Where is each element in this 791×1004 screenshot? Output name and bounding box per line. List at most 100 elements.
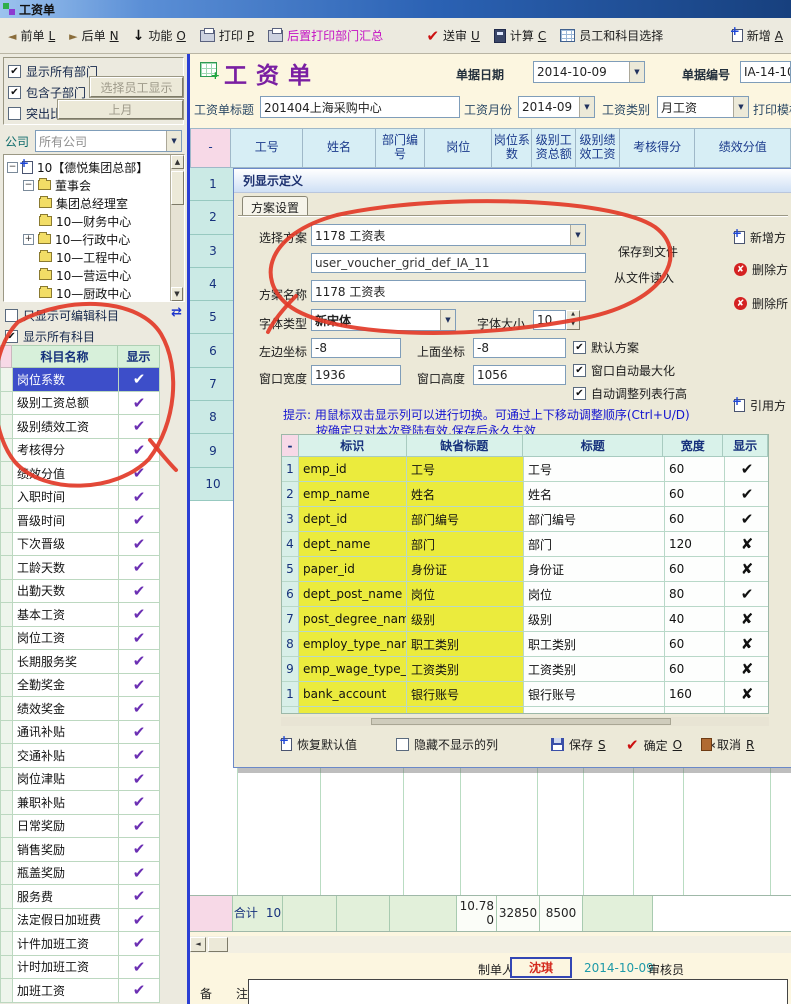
doc-no-field[interactable]: IA-14-10: [740, 61, 791, 83]
check-icon[interactable]: ✔: [118, 697, 160, 721]
font-size-input[interactable]: 10: [533, 310, 566, 330]
tree-item[interactable]: 10—厨政中心: [4, 284, 184, 302]
list-item[interactable]: 下次晋级 ✔: [0, 533, 172, 557]
post-print-dept-summary-button[interactable]: 后置打印部门汇总: [268, 27, 383, 44]
scroll-down-icon[interactable]: ▼: [171, 287, 183, 301]
reference-scheme-button[interactable]: 引用方: [734, 397, 786, 414]
scheme-select[interactable]: 1178 工资表▼: [311, 224, 586, 246]
checkbox-checked-icon[interactable]: ✔: [8, 86, 21, 99]
tree-item[interactable]: 10—工程中心: [4, 248, 184, 266]
show-toggle-icon[interactable]: ✘: [725, 632, 769, 657]
column-title[interactable]: 工号: [524, 457, 665, 482]
submit-review-button[interactable]: 送审U: [426, 27, 479, 45]
column-title[interactable]: [524, 707, 665, 714]
table-row[interactable]: 6 dept_post_name 岗位 岗位 80 ✔: [282, 582, 768, 607]
list-item[interactable]: 出勤天数 ✔: [0, 580, 172, 604]
doc-date-select[interactable]: 2014-10-09▼: [533, 61, 645, 83]
tree-item[interactable]: 10—财务中心: [4, 212, 184, 230]
column-width[interactable]: 60: [665, 657, 725, 682]
check-icon[interactable]: ✔: [118, 768, 160, 792]
font-type-select[interactable]: 新宋体▼: [311, 309, 456, 331]
row-number[interactable]: 2: [190, 201, 237, 234]
spin-down-icon[interactable]: ▼: [566, 320, 580, 330]
column-title[interactable]: 级别: [524, 607, 665, 632]
column-title[interactable]: 银行账号: [524, 682, 665, 707]
left-coord-input[interactable]: -8: [311, 338, 401, 358]
list-item[interactable]: 计时加班工资 ✔: [0, 956, 172, 980]
wage-month-select[interactable]: 2014-09▼: [518, 96, 595, 118]
dialog-titlebar[interactable]: 列显示定义: [234, 169, 791, 193]
table-row[interactable]: 1 bank_account 银行账号 银行账号 160 ✘: [282, 682, 768, 707]
table-horizontal-scrollbar[interactable]: [281, 717, 769, 726]
list-item[interactable]: 考核得分 ✔: [0, 439, 172, 463]
window-titlebar[interactable]: 工资单: [0, 0, 791, 18]
list-item[interactable]: 级别工资总额 ✔: [0, 392, 172, 416]
sheet-title-input[interactable]: 201404上海采购中心: [260, 96, 460, 118]
scrollbar-thumb[interactable]: [208, 937, 228, 952]
list-item[interactable]: 销售奖励 ✔: [0, 838, 172, 862]
check-icon[interactable]: ✔: [118, 415, 160, 439]
list-item[interactable]: 全勤奖金 ✔: [0, 674, 172, 698]
checkbox-unchecked-icon[interactable]: [8, 107, 21, 120]
column-width[interactable]: 60: [665, 507, 725, 532]
column-title[interactable]: 工资类别: [524, 657, 665, 682]
hide-hidden-columns-checkbox[interactable]: 隐藏不显示的列: [396, 736, 498, 753]
table-row[interactable]: 1 emp_id 工号 工号 60 ✔: [282, 457, 768, 482]
chevron-down-icon[interactable]: ▼: [629, 62, 644, 82]
check-icon[interactable]: ✔: [118, 815, 160, 839]
show-toggle-icon[interactable]: ✘: [725, 607, 769, 632]
check-icon[interactable]: ✔: [118, 932, 160, 956]
show-toggle-icon[interactable]: ✘: [725, 557, 769, 582]
scrollbar-thumb[interactable]: [171, 171, 184, 205]
checkbox-unchecked-icon[interactable]: [396, 738, 409, 751]
show-toggle-icon[interactable]: ✘: [725, 707, 769, 714]
show-toggle-icon[interactable]: ✘: [725, 682, 769, 707]
show-toggle-icon[interactable]: ✔: [725, 582, 769, 607]
check-icon[interactable]: ✔: [118, 533, 160, 557]
wage-type-select[interactable]: 月工资▼: [657, 96, 749, 118]
chevron-down-icon[interactable]: ▼: [166, 131, 181, 151]
list-item[interactable]: 瓶盖奖励 ✔: [0, 862, 172, 886]
column-width[interactable]: 40: [665, 607, 725, 632]
column-width[interactable]: [665, 707, 725, 714]
table-row[interactable]: 4 dept_name 部门 部门 120 ✘: [282, 532, 768, 557]
functions-button[interactable]: 功能O: [133, 27, 186, 44]
font-size-stepper[interactable]: ▲▼: [566, 310, 580, 330]
list-item[interactable]: 岗位系数 ✔: [0, 368, 172, 392]
check-icon[interactable]: ✔: [118, 603, 160, 627]
show-toggle-icon[interactable]: ✔: [725, 457, 769, 482]
horizontal-scrollbar[interactable]: ◄: [190, 936, 791, 953]
window-height-input[interactable]: 1056: [473, 365, 566, 385]
checkbox-checked-icon[interactable]: ✔: [8, 65, 21, 78]
row-number[interactable]: 1: [190, 168, 237, 201]
list-item[interactable]: 级别绩效工资 ✔: [0, 415, 172, 439]
check-icon[interactable]: ✔: [118, 580, 160, 604]
row-number[interactable]: 4: [190, 268, 237, 301]
check-icon[interactable]: ✔: [118, 791, 160, 815]
only-editable-row[interactable]: 只显示可编辑科目: [5, 307, 185, 324]
next-doc-button[interactable]: 后单N: [69, 27, 118, 44]
checkbox-checked-icon[interactable]: ✔: [5, 330, 18, 343]
row-number[interactable]: 3: [190, 235, 237, 268]
add-new-button[interactable]: 新增A: [732, 27, 783, 44]
column-title[interactable]: 姓名: [524, 482, 665, 507]
column-width[interactable]: 60: [665, 632, 725, 657]
list-item[interactable]: 法定假日加班费 ✔: [0, 909, 172, 933]
delete-all-button[interactable]: 删除所: [734, 295, 788, 312]
list-item[interactable]: 兼职补贴 ✔: [0, 791, 172, 815]
list-item[interactable]: 长期服务奖 ✔: [0, 650, 172, 674]
chevron-down-icon[interactable]: ▼: [579, 97, 594, 117]
tree-scrollbar[interactable]: ▲ ▼: [170, 155, 184, 301]
table-row[interactable]: 2 emp_name 姓名 姓名 60 ✔: [282, 482, 768, 507]
save-to-file-link[interactable]: 保存到文件: [618, 243, 678, 260]
list-item[interactable]: 加班工资 ✔: [0, 979, 172, 1003]
table-row[interactable]: 9 emp_wage_type_ 工资类别 工资类别 60 ✘: [282, 657, 768, 682]
show-toggle-icon[interactable]: ✘: [725, 532, 769, 557]
check-icon[interactable]: ✔: [118, 885, 160, 909]
row-number[interactable]: 10: [190, 468, 237, 501]
read-from-file-link[interactable]: 从文件读入: [614, 269, 674, 286]
employee-subject-select-button[interactable]: 员工和科目选择: [560, 27, 663, 44]
column-title[interactable]: 部门: [524, 532, 665, 557]
collapse-icon[interactable]: −: [23, 180, 34, 191]
list-item[interactable]: 岗位津贴 ✔: [0, 768, 172, 792]
